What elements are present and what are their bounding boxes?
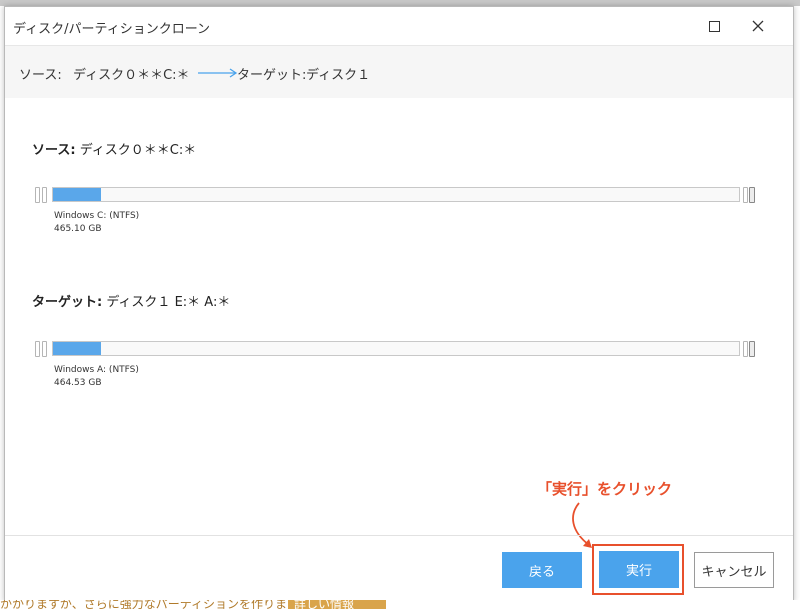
clone-dialog: ディスク/パーティションクローン ソース: ディスク０＊＊C:＊ ターゲット: …: [4, 6, 794, 602]
target-label: ターゲット:: [32, 295, 103, 310]
source-label: ソース:: [32, 143, 76, 158]
route-source-value: ディスク０＊＊C:＊: [73, 68, 190, 83]
source-partition-track[interactable]: [52, 187, 740, 202]
source-partition-name: Windows C: (NTFS): [54, 211, 140, 221]
arrow-right-icon: [198, 68, 238, 78]
click-instruction: 「実行」をクリック: [537, 480, 673, 498]
clone-route-bar: ソース: ディスク０＊＊C:＊ ターゲット: ディスク１: [5, 45, 793, 98]
left-cap: [42, 187, 47, 203]
source-partition-size: 465.10 GB: [54, 224, 102, 234]
left-cap: [42, 341, 47, 357]
right-cap: [743, 341, 748, 357]
route-source-label: ソース:: [19, 68, 62, 83]
back-button[interactable]: 戻る: [502, 552, 582, 588]
window-title: ディスク/パーティションクローン: [13, 22, 211, 37]
left-cap: [35, 341, 40, 357]
background-badge-text: 詳しい情報: [294, 600, 355, 609]
target-partition-size: 464.53 GB: [54, 378, 102, 388]
target-partition-track[interactable]: [52, 341, 740, 356]
route-target-value: ディスク１: [306, 68, 371, 83]
dialog-footer: 戻る 実行 キャンセル: [5, 535, 793, 602]
right-cap: [749, 341, 755, 357]
target-partition-info: Windows A: (NTFS) 464.53 GB: [54, 364, 139, 390]
close-icon: [752, 20, 764, 32]
target-disk-heading: ターゲット: ディスク１ E:＊ A:＊: [32, 291, 230, 310]
maximize-icon: [708, 20, 720, 32]
source-disk-heading: ソース: ディスク０＊＊C:＊: [32, 139, 196, 158]
maximize-button[interactable]: [699, 13, 729, 39]
source-disk-name: ディスク０＊＊C:＊: [79, 143, 197, 158]
source-partition-info: Windows C: (NTFS) 465.10 GB: [54, 210, 139, 236]
execute-button[interactable]: 実行: [599, 551, 679, 588]
source-disk-map[interactable]: [35, 187, 761, 203]
background-text: かかりますが、さらに強力なパーティションを作りましょう: [0, 600, 324, 609]
background-badge: 詳しい情報: [288, 600, 386, 609]
target-disk-map[interactable]: [35, 341, 761, 357]
target-partition-name: Windows A: (NTFS): [54, 365, 139, 375]
route-target-label: ターゲット:: [237, 68, 307, 83]
background-page-strip: かかりますが、さらに強力なパーティションを作りましょう 詳しい情報: [0, 600, 800, 609]
target-used-fill: [53, 342, 102, 355]
source-used-fill: [53, 188, 102, 201]
right-cap: [743, 187, 748, 203]
target-disk-name: ディスク１ E:＊ A:＊: [106, 295, 231, 310]
cancel-button[interactable]: キャンセル: [694, 552, 774, 588]
left-cap: [35, 187, 40, 203]
close-button[interactable]: [743, 13, 773, 39]
title-bar: ディスク/パーティションクローン: [5, 7, 793, 45]
right-cap: [749, 187, 755, 203]
